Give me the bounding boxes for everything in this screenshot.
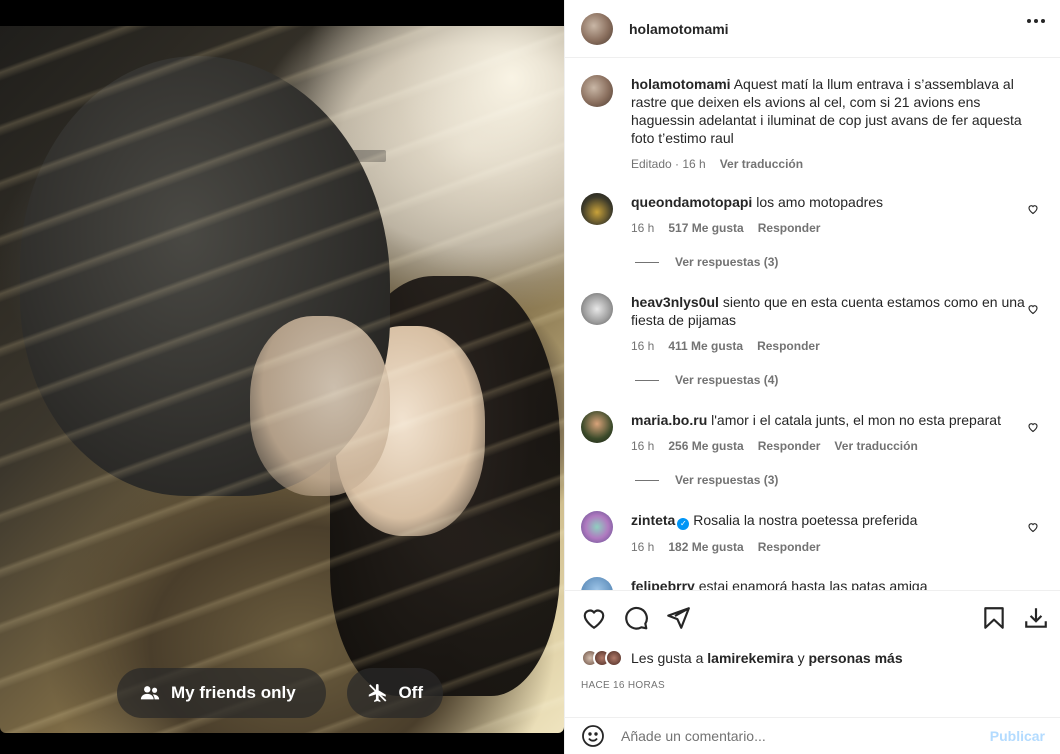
add-comment-bar: Añade un comentario... Publicar (565, 717, 1060, 753)
comment-username[interactable]: maria.bo.ru (631, 412, 707, 428)
likes-others-link[interactable]: personas más (808, 650, 902, 666)
comment-reply-link[interactable]: Responder (757, 337, 820, 355)
post-photo[interactable] (0, 26, 564, 733)
comment-bubble-icon[interactable] (623, 605, 649, 631)
instagram-post-modal: My friends only Off holamotomami holamot… (0, 0, 1060, 754)
post-sidebar: holamotomami holamotomami Aquest matí la… (564, 0, 1060, 754)
comment-reply-link[interactable]: Responder (758, 538, 821, 556)
comment-avatar[interactable] (581, 193, 613, 225)
comment-reply-link[interactable]: Responder (758, 219, 821, 237)
liker-username[interactable]: lamirekemira (707, 650, 793, 666)
comment-likes[interactable]: 411 Me gusta (668, 337, 743, 355)
author-username[interactable]: holamotomami (629, 21, 729, 37)
comment-avatar[interactable] (581, 411, 613, 443)
bookmark-icon[interactable] (981, 605, 1007, 631)
comment-text: estai enamorá hasta las patas amiga (698, 578, 928, 590)
people-icon (140, 686, 160, 700)
comment-username[interactable]: zinteta (631, 512, 675, 528)
comment-avatar[interactable] (581, 293, 613, 325)
view-replies-button[interactable]: Ver respuestas (4) (635, 373, 778, 387)
comment-time: 16 h (631, 221, 655, 235)
post-timestamp[interactable]: HACE 16 HORAS (581, 680, 665, 691)
off-button[interactable]: Off (347, 668, 443, 718)
comments-list[interactable]: holamotomami Aquest matí la llum entrava… (565, 59, 1060, 590)
comment-likes[interactable]: 182 Me gusta (668, 538, 743, 556)
caption-avatar[interactable] (581, 75, 613, 107)
publish-button[interactable]: Publicar (990, 728, 1045, 744)
emoji-icon[interactable] (581, 724, 605, 748)
off-label: Off (398, 683, 423, 702)
comment-translate-link[interactable]: Ver traducción (834, 437, 917, 455)
more-options-icon[interactable] (1027, 19, 1045, 23)
comment-avatar[interactable] (581, 577, 613, 590)
caption-translate-link[interactable]: Ver traducción (720, 155, 803, 173)
comment-avatar[interactable] (581, 511, 613, 543)
author-avatar[interactable] (581, 12, 613, 45)
comment-likes[interactable]: 517 Me gusta (668, 219, 743, 237)
view-replies-button[interactable]: Ver respuestas (3) (635, 473, 778, 487)
view-replies-button[interactable]: Ver respuestas (3) (635, 255, 778, 269)
comment-text: los amo motopadres (756, 194, 884, 210)
comment-input[interactable]: Añade un comentario... (621, 728, 990, 744)
comment-time: 16 h (631, 439, 655, 453)
liker-avatars[interactable] (581, 649, 623, 667)
comment-username[interactable]: felipebrry (631, 578, 695, 590)
comment-time: 16 h (631, 540, 655, 554)
comment-reply-link[interactable]: Responder (758, 437, 821, 455)
share-send-icon[interactable] (665, 605, 691, 631)
comment-text: Rosalia la nostra poetessa preferida (693, 512, 918, 528)
post-header: holamotomami (565, 0, 1060, 58)
friends-only-label: My friends only (171, 683, 296, 702)
comment-username[interactable]: heav3nlys0ul (631, 294, 719, 310)
post-actions: Les gusta a lamirekemira y personas más … (565, 590, 1060, 750)
likes-summary: Les gusta a lamirekemira y personas más (581, 649, 903, 667)
like-heart-icon[interactable] (581, 605, 607, 631)
comment-text: l'amor i el catala junts, el mon no esta… (711, 412, 1001, 428)
airplane-off-icon (368, 684, 387, 702)
heart-icon[interactable] (1027, 421, 1039, 433)
heart-icon[interactable] (1027, 203, 1039, 215)
caption-edited: Editado · 16 h (631, 157, 706, 171)
download-icon[interactable] (1023, 605, 1049, 631)
caption-username[interactable]: holamotomami (631, 76, 731, 92)
heart-icon[interactable] (1027, 521, 1039, 533)
verified-badge-icon: ✓ (677, 518, 690, 530)
photo-pane: My friends only Off (0, 0, 564, 754)
friends-only-button[interactable]: My friends only (117, 668, 326, 718)
comment-likes[interactable]: 256 Me gusta (668, 437, 743, 455)
heart-icon[interactable] (1027, 303, 1039, 315)
comment-username[interactable]: queondamotopapi (631, 194, 752, 210)
comment-time: 16 h (631, 339, 655, 353)
